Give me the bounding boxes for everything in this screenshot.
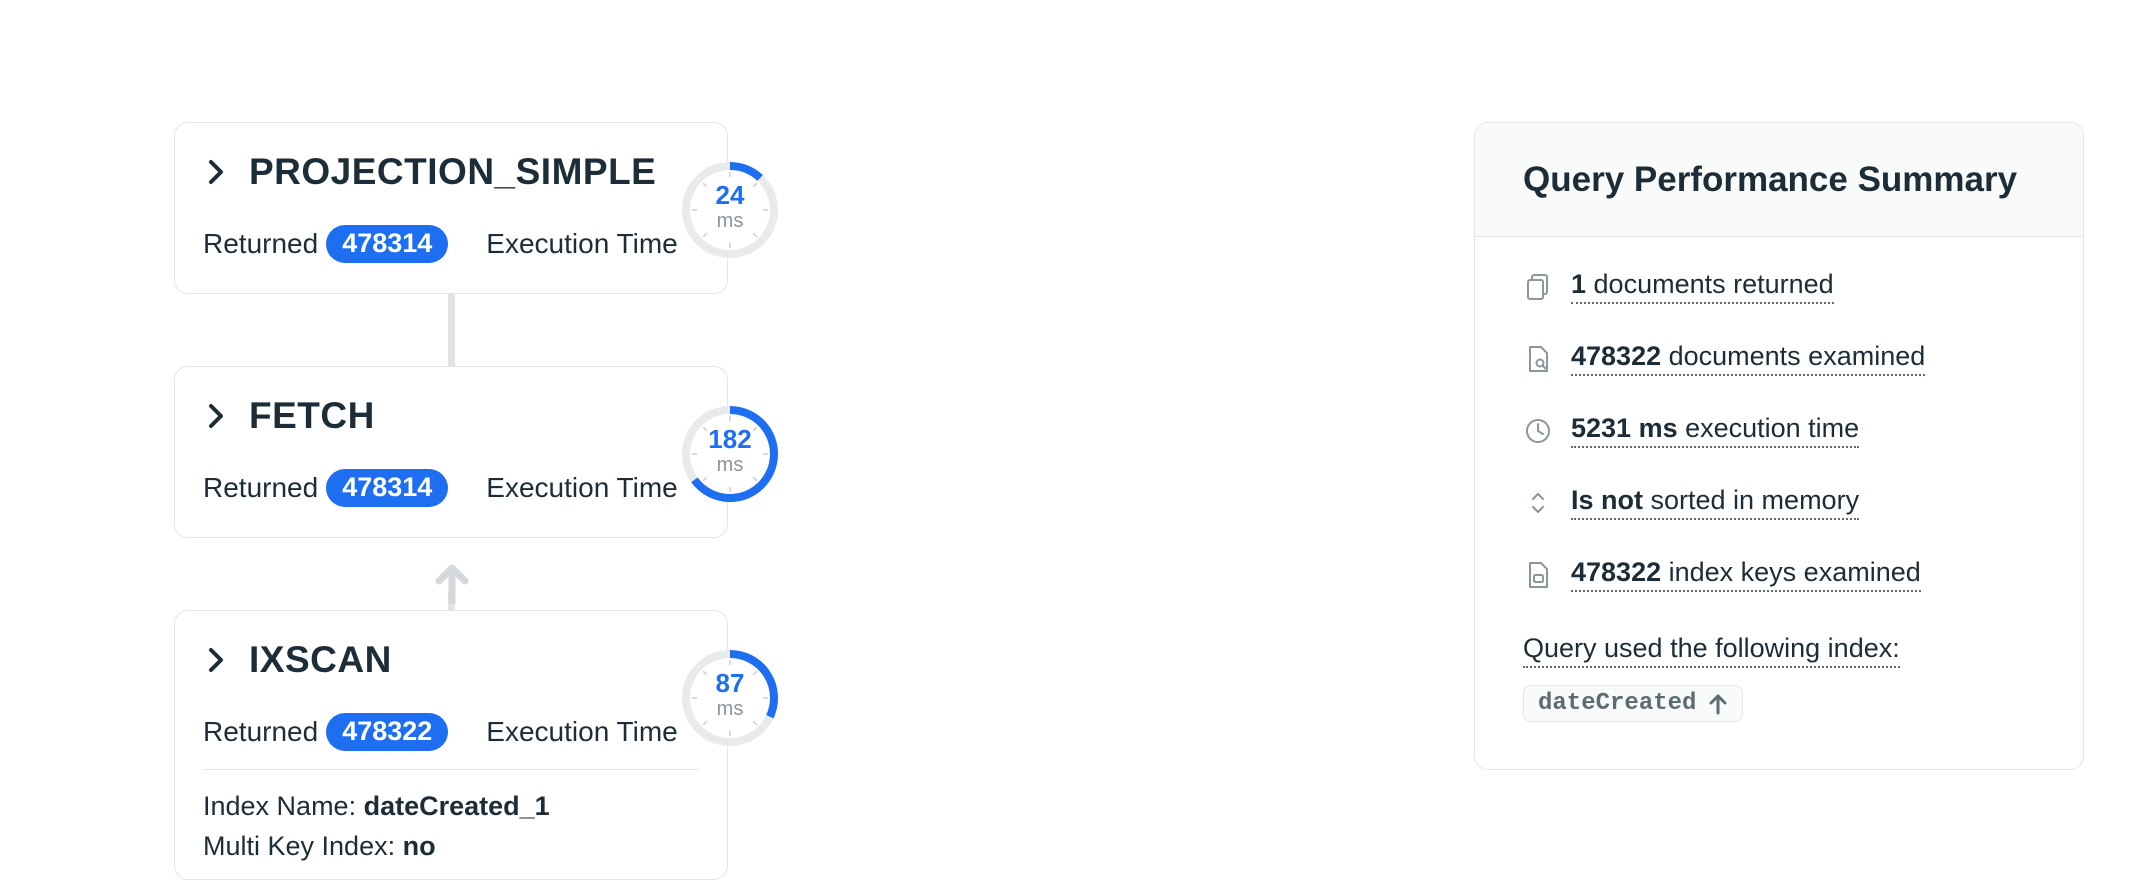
index-keys-examined-text: index keys examined bbox=[1661, 557, 1921, 587]
sorted-in-memory-text: sorted in memory bbox=[1643, 485, 1860, 515]
stage-title: IXSCAN bbox=[249, 639, 392, 680]
documents-examined-value: 478322 bbox=[1571, 341, 1662, 371]
index-name-label: Index Name: bbox=[203, 791, 357, 821]
stage-divider bbox=[203, 769, 699, 770]
returned-count-badge: 478314 bbox=[326, 469, 449, 507]
execution-time-label: Execution Time bbox=[486, 715, 678, 747]
stage-card-fetch[interactable]: FETCH Returned 478314 Execution Time bbox=[174, 366, 728, 538]
execution-time-unit: ms bbox=[716, 210, 744, 232]
index-chip-name: dateCreated bbox=[1538, 690, 1697, 717]
summary-row-sorted-in-memory: Is not sorted in memory bbox=[1523, 485, 1860, 520]
execution-time-unit: ms bbox=[716, 454, 744, 476]
clock-icon bbox=[1526, 418, 1550, 443]
returned-label: Returned bbox=[203, 471, 319, 503]
document-search-icon bbox=[1529, 345, 1548, 372]
index-used-label[interactable]: Query used the following index: bbox=[1523, 633, 1900, 668]
chevron-right-icon[interactable] bbox=[203, 647, 229, 673]
summary-row-index-keys-examined: 478322 index keys examined bbox=[1523, 557, 1921, 592]
execution-time-value: 5231 ms bbox=[1571, 413, 1678, 443]
stage-card-projection[interactable]: PROJECTION_SIMPLE Returned 478314 Execut… bbox=[174, 122, 728, 294]
execution-time-value: 182 bbox=[708, 424, 752, 454]
index-chip: dateCreated bbox=[1523, 685, 1744, 722]
chevron-right-icon[interactable] bbox=[203, 159, 229, 185]
returned-count-badge: 478322 bbox=[326, 713, 449, 751]
returned-label: Returned bbox=[203, 227, 319, 259]
stage-connector-top bbox=[448, 294, 455, 370]
multi-key-line: Multi Key Index: no bbox=[203, 831, 436, 862]
stage-title: FETCH bbox=[249, 395, 375, 436]
index-name-line: Index Name: dateCreated_1 bbox=[203, 791, 550, 822]
documents-returned-text: documents returned bbox=[1586, 269, 1834, 299]
summary-row-execution-time: 5231 ms execution time bbox=[1523, 413, 1860, 448]
execution-time-value: 24 bbox=[715, 180, 745, 210]
execution-time-value: 87 bbox=[715, 668, 745, 698]
multi-key-label: Multi Key Index: bbox=[203, 831, 396, 861]
multi-key-value: no bbox=[402, 831, 436, 861]
execution-time-label: Execution Time bbox=[486, 227, 678, 259]
summary-row-documents-returned: 1 documents returned bbox=[1523, 269, 1834, 304]
execution-time-unit: ms bbox=[716, 698, 744, 720]
sort-icon bbox=[1532, 492, 1544, 513]
returned-label: Returned bbox=[203, 715, 319, 747]
sorted-in-memory-value: Is not bbox=[1571, 485, 1643, 515]
stage-card-ixscan[interactable]: IXSCAN Returned 478322 Execution Time In… bbox=[174, 610, 728, 880]
execution-time-label: Execution Time bbox=[486, 471, 678, 503]
documents-returned-value: 1 bbox=[1571, 269, 1587, 299]
execution-time-gauge: 182 ms bbox=[678, 402, 782, 506]
stage-title: PROJECTION_SIMPLE bbox=[249, 151, 657, 192]
summary-header: Query Performance Summary bbox=[1475, 123, 2083, 237]
query-performance-summary: Query Performance Summary 1 documents re… bbox=[1474, 122, 2084, 770]
arrow-up-icon bbox=[435, 564, 469, 604]
summary-title: Query Performance Summary bbox=[1523, 159, 2018, 199]
arrow-up-icon bbox=[1709, 694, 1727, 714]
documents-examined-text: documents examined bbox=[1661, 341, 1926, 371]
execution-time-text: execution time bbox=[1677, 413, 1860, 443]
documents-icon bbox=[1527, 273, 1548, 300]
index-keys-examined-value: 478322 bbox=[1571, 557, 1662, 587]
chevron-right-icon[interactable] bbox=[203, 403, 229, 429]
returned-count-badge: 478314 bbox=[326, 225, 449, 263]
summary-row-documents-examined: 478322 documents examined bbox=[1523, 341, 1926, 376]
index-name-value: dateCreated_1 bbox=[363, 791, 550, 821]
execution-time-gauge: 24 ms bbox=[678, 158, 782, 262]
execution-time-gauge: 87 ms bbox=[678, 646, 782, 750]
index-file-icon bbox=[1529, 561, 1548, 588]
